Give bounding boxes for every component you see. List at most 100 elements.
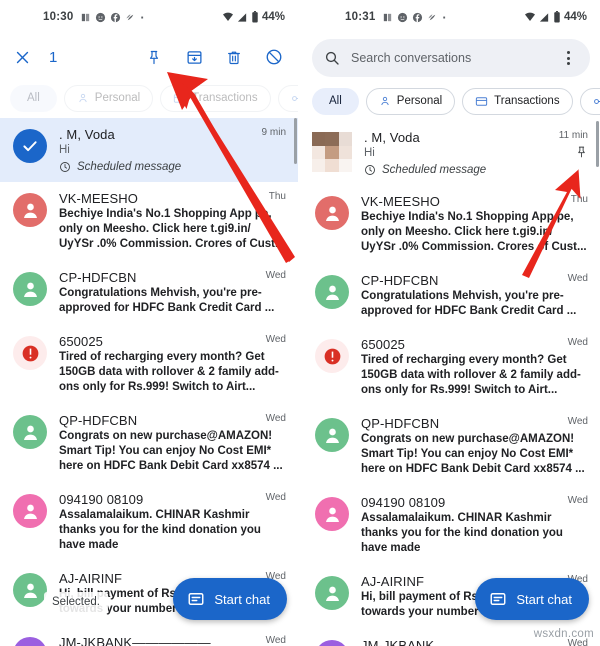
avatar[interactable]: [13, 637, 47, 646]
signal-icon: [237, 12, 247, 22]
list-item-time: Wed: [265, 334, 286, 345]
person-icon: [23, 504, 37, 519]
list-item-time: Wed: [265, 270, 286, 281]
list-item-snippet: Hi: [59, 144, 70, 156]
status-time: 10:30: [43, 11, 74, 23]
chip-personal[interactable]: Personal: [63, 84, 154, 112]
overflow-menu-icon[interactable]: [560, 51, 578, 65]
alert-icon: [324, 348, 340, 364]
chip-transactions[interactable]: Transactions: [462, 87, 573, 115]
list-item[interactable]: QP-HDFCBN Wed Congrats on new purchase@A…: [302, 407, 600, 486]
status-time: 10:31: [345, 11, 376, 23]
close-icon[interactable]: [14, 49, 31, 66]
list-item-title: 650025: [361, 337, 405, 352]
chip-all-label: All: [329, 95, 342, 107]
avatar[interactable]: [13, 573, 47, 607]
avatar-alert[interactable]: [315, 339, 349, 373]
avatar[interactable]: [315, 640, 349, 646]
delete-button[interactable]: [224, 47, 244, 67]
filter-chips-row-right: All Personal Transactions OTP: [302, 83, 600, 121]
wifi-icon: [524, 12, 535, 21]
list-item-body: . M, Voda 9 min Hi Scheduled message: [59, 127, 286, 173]
key-icon: [593, 98, 600, 104]
list-item-body: 650025 Wed Tired of recharging every mon…: [59, 334, 286, 395]
list-item-title: AJ-AIRINF: [59, 571, 123, 586]
avatar[interactable]: [315, 497, 349, 531]
list-item[interactable]: 650025 Wed Tired of recharging every mon…: [302, 328, 600, 407]
right-screenshot-panel: 10:31 · 44% Search conversations All Per…: [302, 0, 600, 646]
search-bar[interactable]: Search conversations: [312, 39, 590, 77]
avatar[interactable]: [13, 494, 47, 528]
list-item[interactable]: . M, Voda 11 min Hi Scheduled message: [302, 121, 600, 185]
person-icon: [325, 507, 339, 522]
avatar-alert[interactable]: [13, 336, 47, 370]
chip-transactions[interactable]: Transactions: [160, 84, 271, 112]
pinned-indicator: [567, 145, 588, 159]
person-icon: [381, 96, 389, 106]
list-item[interactable]: VK-MEESHO Thu Bechiye India's No.1 Shopp…: [302, 185, 600, 264]
list-item-header: JM-JKBANK—————— Wed: [59, 635, 286, 646]
pin-button[interactable]: [144, 47, 164, 67]
avatar[interactable]: [315, 418, 349, 452]
list-item-title: 094190 08109: [59, 492, 144, 507]
list-item[interactable]: QP-HDFCBN Wed Congrats on new purchase@A…: [0, 404, 298, 483]
person-icon: [23, 203, 37, 218]
list-item-snippet: Congrats on new purchase@AMAZON! Smart T…: [361, 433, 585, 475]
chip-otp[interactable]: OTP: [277, 84, 298, 112]
chip-otp[interactable]: OTP: [579, 87, 600, 115]
watermark: wsxdn.com: [533, 628, 594, 640]
list-item[interactable]: 094190 08109 Wed Assalamalaikum. CHINAR …: [0, 483, 298, 562]
start-chat-fab[interactable]: Start chat: [173, 578, 287, 620]
list-item-title: 650025: [59, 334, 103, 349]
avatar-pixelated[interactable]: [312, 130, 352, 172]
search-icon: [325, 51, 339, 65]
battery-icon: [252, 11, 258, 23]
list-item-header: CP-HDFCBN Wed: [59, 270, 286, 285]
scrollbar-thumb[interactable]: [294, 118, 297, 164]
list-item-header: 094190 08109 Wed: [361, 495, 588, 510]
list-item-title: AJ-AIRINF: [361, 574, 425, 589]
list-item-body: QP-HDFCBN Wed Congrats on new purchase@A…: [59, 413, 286, 474]
conversation-list-left[interactable]: . M, Voda 9 min Hi Scheduled message VK-…: [0, 118, 298, 646]
conversation-list-right[interactable]: . M, Voda 11 min Hi Scheduled message VK…: [302, 121, 600, 646]
list-item-header: VK-MEESHO Thu: [59, 191, 286, 206]
chip-all[interactable]: All: [312, 87, 359, 115]
block-button[interactable]: [264, 47, 284, 67]
list-item-body: QP-HDFCBN Wed Congrats on new purchase@A…: [361, 416, 588, 477]
list-item-time: Wed: [567, 273, 588, 284]
archive-button[interactable]: [184, 47, 204, 67]
battery-percent: 44%: [563, 11, 587, 23]
wifi-icon: [222, 12, 233, 21]
chip-all[interactable]: All: [10, 84, 57, 112]
list-item[interactable]: CP-HDFCBN Wed Congratulations Mehvish, y…: [0, 261, 298, 325]
person-icon: [325, 285, 339, 300]
list-item-header: 650025 Wed: [361, 337, 588, 352]
list-item-header: QP-HDFCBN Wed: [361, 416, 588, 431]
avatar[interactable]: [13, 272, 47, 306]
avatar[interactable]: [315, 576, 349, 610]
list-item-title: QP-HDFCBN: [361, 416, 440, 431]
start-chat-fab[interactable]: Start chat: [475, 578, 589, 620]
list-item-snippet: Bechiye India's No.1 Shopping App pe, on…: [59, 208, 285, 250]
list-item-time: Wed: [567, 416, 588, 427]
list-item[interactable]: 650025 Wed Tired of recharging every mon…: [0, 325, 298, 404]
avatar[interactable]: [315, 196, 349, 230]
list-item[interactable]: 094190 08109 Wed Assalamalaikum. CHINAR …: [302, 486, 600, 565]
list-item-snippet: Assalamalaikum. CHINAR Kashmir thanks yo…: [59, 509, 261, 551]
avatar[interactable]: [13, 193, 47, 227]
list-item-snippet: Congratulations Mehvish, you're pre-appr…: [59, 287, 275, 314]
list-item-snippet: Tired of recharging every month? Get 150…: [361, 354, 581, 396]
avatar[interactable]: [13, 415, 47, 449]
list-item[interactable]: VK-MEESHO Thu Bechiye India's No.1 Shopp…: [0, 182, 298, 261]
card-icon: [174, 93, 186, 103]
scrollbar-thumb[interactable]: [596, 121, 599, 167]
search-input[interactable]: Search conversations: [351, 51, 549, 65]
avatar-selected-check[interactable]: [13, 129, 47, 163]
list-item-header: VK-MEESHO Thu: [361, 194, 588, 209]
list-item[interactable]: . M, Voda 9 min Hi Scheduled message: [0, 118, 298, 182]
list-item[interactable]: CP-HDFCBN Wed Congratulations Mehvish, y…: [302, 264, 600, 328]
avatar[interactable]: [315, 275, 349, 309]
chip-personal[interactable]: Personal: [365, 87, 456, 115]
list-item[interactable]: JM-JKBANK—————— Wed: [0, 626, 298, 646]
list-item-body: VK-MEESHO Thu Bechiye India's No.1 Shopp…: [361, 194, 588, 255]
